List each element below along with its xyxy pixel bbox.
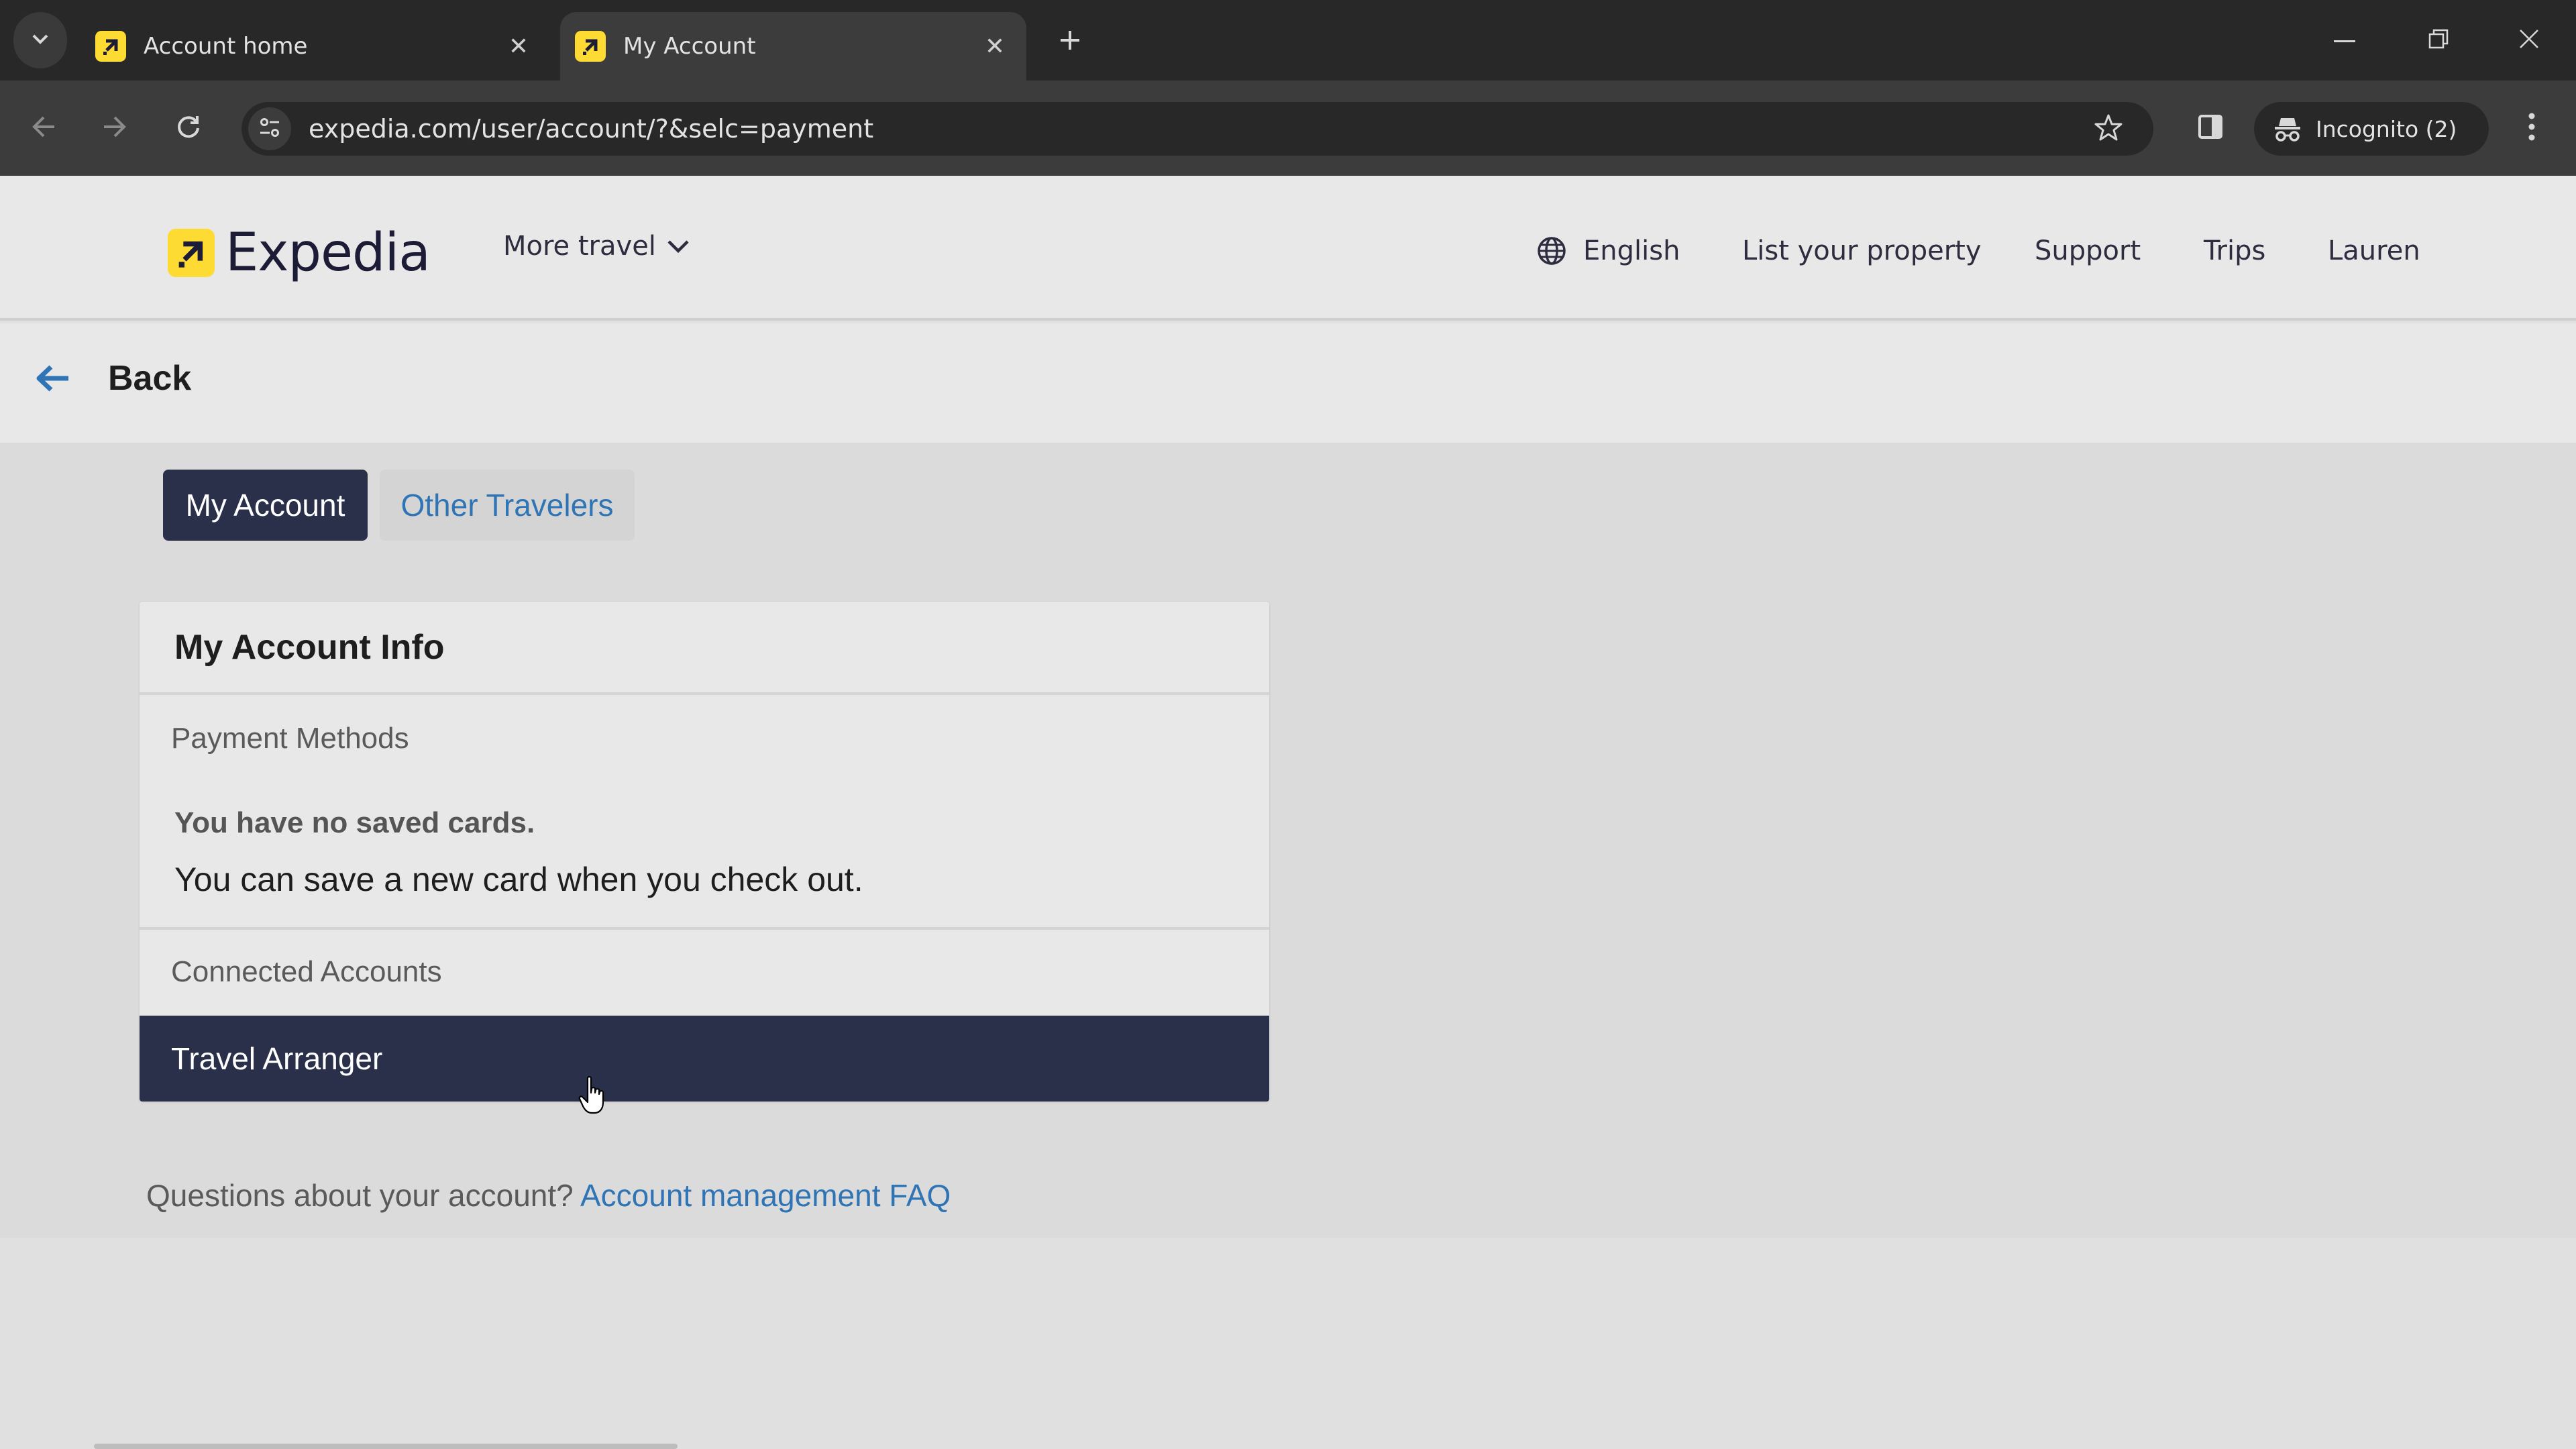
address-bar[interactable]: expedia.com/user/account/?&selc=payment [241,102,2153,156]
tune-icon [258,116,281,142]
expedia-logo-icon [168,229,215,277]
support-link[interactable]: Support [2035,231,2141,271]
connected-accounts-section: Connected Accounts [140,930,1269,1016]
expedia-favicon-icon [95,31,126,62]
more-vertical-icon [2528,112,2536,145]
expedia-logo[interactable]: Expedia [168,223,431,283]
faq-line: Questions about your account? Account ma… [146,1177,951,1214]
save-card-note: You can save a new card when you check o… [174,861,863,898]
url-text[interactable]: expedia.com/user/account/?&selc=payment [309,114,2085,144]
expedia-favicon-icon [575,31,606,62]
connected-accounts-label: Connected Accounts [171,955,442,988]
back-nav-button[interactable] [17,102,70,154]
list-property-link[interactable]: List your property [1742,231,1982,271]
new-tab-button[interactable] [1050,20,1090,60]
minimize-button[interactable] [2314,13,2375,67]
more-travel-menu[interactable]: More travel [503,231,690,262]
trips-link[interactable]: Trips [2204,231,2265,271]
chevron-down-icon [667,240,689,254]
main-content: My Account Other Travelers My Account In… [0,443,2576,1238]
close-icon [2518,28,2540,53]
arrow-left-icon [30,115,57,142]
tab-other-travelers[interactable]: Other Travelers [380,470,635,541]
tab-title: Account home [144,33,308,60]
payment-methods-section: Payment Methods You have no saved cards.… [140,695,1269,930]
star-icon [2094,113,2123,146]
language-label: English [1583,235,1680,266]
back-label: Back [108,359,192,398]
side-panel-icon [2197,113,2224,144]
tab-my-account-section[interactable]: My Account [163,470,368,541]
more-travel-label: More travel [503,231,656,262]
site-info-button[interactable] [248,107,291,150]
travel-arranger-label: Travel Arranger [171,1041,383,1076]
browser-menu-button[interactable] [2506,102,2558,154]
reload-icon [175,113,202,144]
tab-my-account[interactable]: My Account ✕ [560,12,1026,80]
side-panel-button[interactable] [2184,102,2237,154]
page-footer-area [0,1238,2576,1449]
brand-name: Expedia [225,223,431,283]
incognito-label: Incognito (2) [2316,115,2457,142]
browser-toolbar: expedia.com/user/account/?&selc=payment … [0,80,2576,176]
arrow-left-icon [36,365,68,392]
incognito-icon [2273,114,2302,144]
restore-icon [2428,28,2449,53]
tab-search-button[interactable] [13,12,67,68]
account-menu-lauren[interactable]: Lauren [2328,231,2420,271]
reload-button[interactable] [162,102,215,154]
back-button[interactable]: Back [34,358,191,398]
travel-arranger-item[interactable]: Travel Arranger [140,1016,1269,1102]
close-window-button[interactable] [2499,13,2559,67]
no-saved-cards-text: You have no saved cards. [174,806,535,839]
card-title: My Account Info [140,602,1269,695]
payment-methods-label: Payment Methods [171,722,409,755]
plus-icon [1059,20,1081,60]
tab-account-home[interactable]: Account home ✕ [80,12,550,80]
language-selector[interactable]: English [1536,231,1680,271]
tab-title: My Account [623,33,756,60]
incognito-button[interactable]: Incognito (2) [2254,102,2489,156]
close-icon[interactable]: ✕ [978,30,1012,63]
globe-icon [1538,237,1566,265]
close-icon[interactable]: ✕ [502,30,535,63]
minimize-icon [2334,34,2355,46]
forward-nav-button[interactable] [89,102,141,154]
faq-question: Questions about your account? [146,1178,574,1213]
account-faq-link[interactable]: Account management FAQ [580,1178,951,1213]
restore-button[interactable] [2408,13,2469,67]
browser-tab-bar: Account home ✕ My Account ✕ [0,0,2576,80]
site-header: Expedia More travel English List your pr… [0,176,2576,321]
account-info-card: My Account Info Payment Methods You have… [140,602,1269,1102]
hand-pointer-cursor-icon [578,1075,608,1119]
horizontal-scrollbar[interactable] [94,1444,678,1449]
chevron-down-icon [31,33,50,48]
arrow-right-icon [101,115,128,142]
bookmark-button[interactable] [2085,105,2132,152]
back-bar: Back [0,323,2576,443]
